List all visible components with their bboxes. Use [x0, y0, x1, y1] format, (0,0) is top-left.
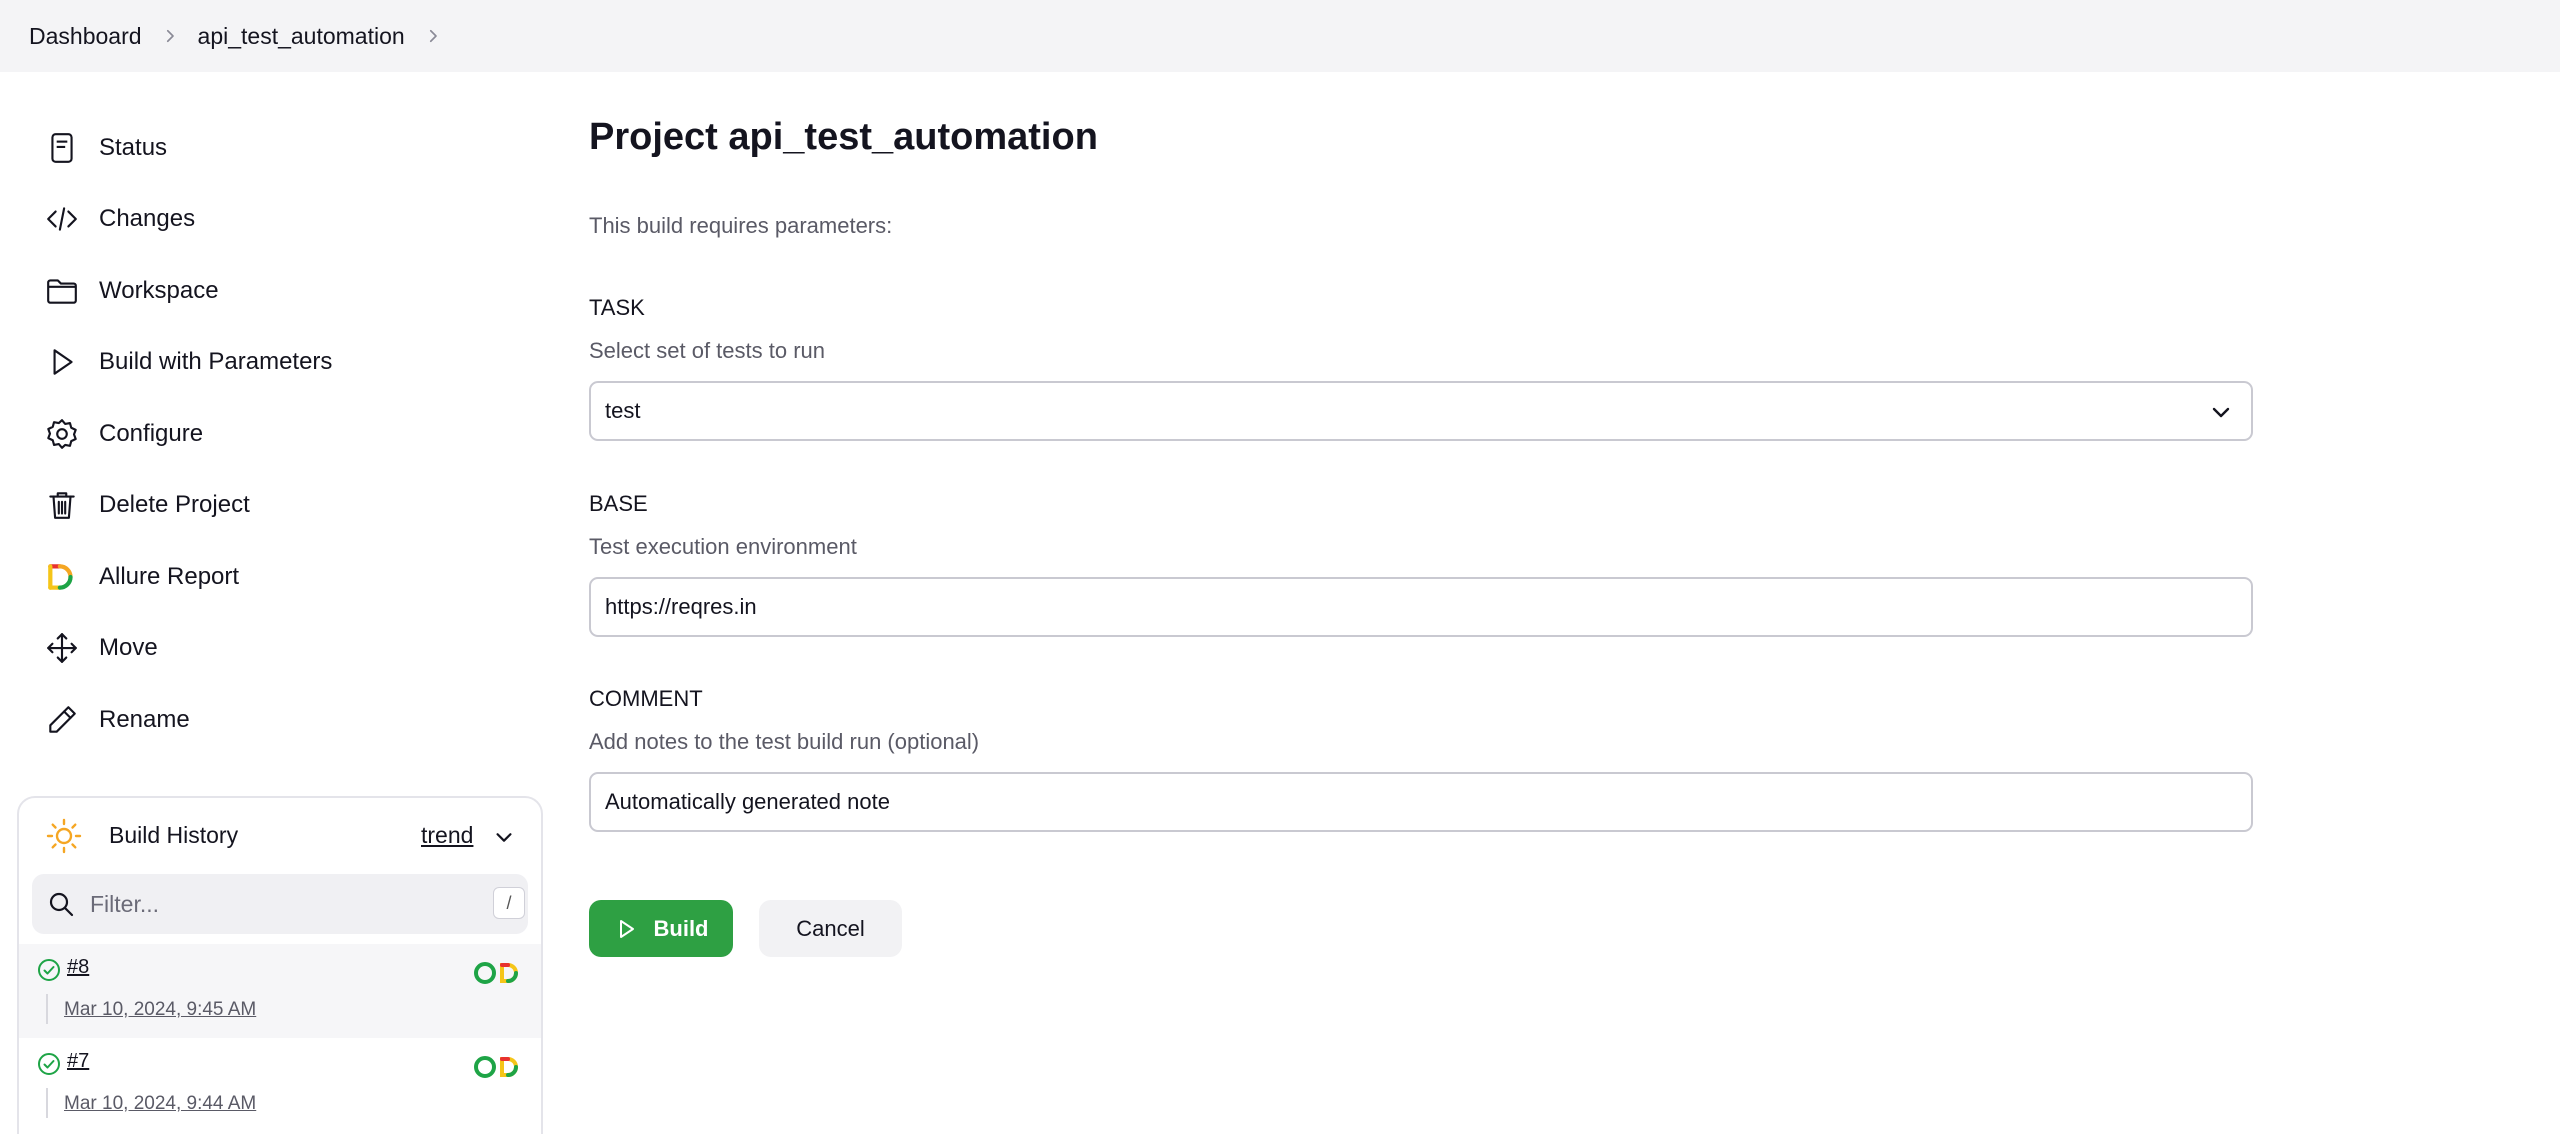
sidebar-item-allure-report[interactable]: Allure Report: [42, 551, 502, 603]
build-history-header: Build History trend: [19, 798, 541, 870]
timeline-line: [46, 994, 48, 1024]
cancel-button-label: Cancel: [796, 915, 865, 941]
sidebar-item-configure[interactable]: Configure: [42, 408, 502, 460]
sidebar-item-label: Workspace: [99, 277, 219, 304]
build-row[interactable]: #8 Mar 10, 2024, 9:45 AM: [19, 944, 541, 1038]
trash-icon: [42, 485, 82, 525]
sidebar-item-workspace[interactable]: Workspace: [42, 265, 502, 317]
build-number-link[interactable]: #7: [67, 1050, 89, 1073]
breadcrumb-dashboard[interactable]: Dashboard: [29, 23, 142, 50]
play-icon: [619, 919, 634, 938]
code-icon: [42, 199, 82, 239]
param-name-base: BASE: [589, 491, 648, 516]
param-name-task: TASK: [589, 295, 645, 320]
main-content: Project api_test_automation This build r…: [589, 0, 2289, 1134]
build-number-link[interactable]: #8: [67, 956, 89, 979]
filter-input[interactable]: [90, 884, 450, 924]
sidebar-item-delete-project[interactable]: Delete Project: [42, 479, 502, 531]
build-button-label: Build: [653, 915, 709, 941]
sidebar-item-label: Changes: [99, 205, 196, 232]
build-history-panel: Build History trend / #8 Mar 10, 2024, 9…: [17, 796, 543, 1134]
gear-icon: [42, 414, 82, 454]
timeline-line: [46, 1088, 48, 1118]
task-select[interactable]: test: [589, 381, 2253, 441]
trend-link[interactable]: trend: [421, 822, 473, 849]
build-row[interactable]: #7 Mar 10, 2024, 9:44 AM: [19, 1038, 541, 1132]
sidebar-item-changes[interactable]: Changes: [42, 193, 502, 245]
breadcrumb-project[interactable]: api_test_automation: [198, 23, 405, 50]
param-name-comment: COMMENT: [589, 686, 703, 711]
sidebar-item-build-with-parameters[interactable]: Build with Parameters: [42, 336, 502, 388]
allure-icon: [42, 557, 82, 597]
sidebar-item-status[interactable]: Status: [42, 122, 502, 174]
chevron-right-icon[interactable]: [405, 27, 461, 45]
folder-icon: [42, 271, 82, 311]
build-history-title: Build History: [109, 822, 239, 848]
parameters-intro: This build requires parameters:: [589, 213, 893, 238]
sidebar-item-label: Status: [99, 134, 168, 161]
sidebar-item-move[interactable]: Move: [42, 622, 502, 674]
move-arrows-icon: [42, 628, 82, 668]
build-filter: /: [32, 874, 528, 934]
build-button[interactable]: Build: [589, 900, 733, 957]
param-desc-base: Test execution environment: [589, 534, 857, 559]
play-icon: [42, 342, 82, 382]
document-icon: [42, 128, 82, 168]
chevron-right-icon: [142, 27, 198, 45]
task-select-value: test: [605, 398, 641, 423]
base-field: [589, 577, 2253, 637]
build-date-link[interactable]: Mar 10, 2024, 9:44 AM: [64, 1093, 256, 1115]
cancel-button[interactable]: Cancel: [759, 900, 902, 957]
page-title: Project api_test_automation: [589, 116, 1098, 158]
sun-icon: [46, 818, 82, 854]
comment-input[interactable]: [605, 784, 2205, 820]
sidebar-item-label: Configure: [99, 420, 204, 447]
comment-field: [589, 772, 2253, 832]
param-desc-task: Select set of tests to run: [589, 338, 826, 363]
sidebar-item-label: Build with Parameters: [99, 348, 333, 375]
sidebar-item-rename[interactable]: Rename: [42, 694, 502, 746]
sidebar-item-label: Allure Report: [99, 563, 240, 590]
build-date-link[interactable]: Mar 10, 2024, 9:45 AM: [64, 999, 256, 1021]
param-desc-comment: Add notes to the test build run (optiona…: [589, 729, 980, 754]
base-input[interactable]: [605, 589, 2205, 625]
sidebar-item-label: Rename: [99, 706, 190, 733]
success-check-icon: [38, 1053, 60, 1075]
allure-report-icon[interactable]: [473, 960, 523, 986]
success-check-icon: [38, 959, 60, 981]
chevron-down-icon[interactable]: [493, 826, 515, 848]
sidebar-item-label: Delete Project: [99, 491, 250, 518]
keyboard-shortcut-badge: /: [493, 887, 525, 919]
search-icon: [49, 892, 74, 917]
allure-report-icon[interactable]: [473, 1054, 523, 1080]
chevron-down-icon: [2212, 407, 2230, 418]
sidebar-item-label: Move: [99, 634, 158, 661]
pencil-icon: [42, 700, 82, 740]
